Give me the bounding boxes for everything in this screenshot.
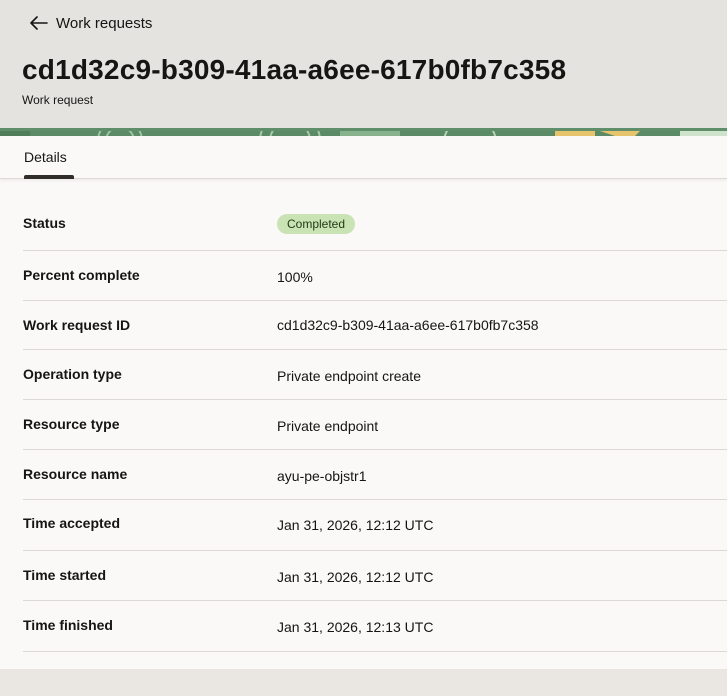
detail-label: Resource type [23,416,120,432]
detail-label: Resource name [23,466,128,482]
detail-value: Jan 31, 2026, 12:12 UTC [277,517,434,533]
status-badge: Completed [277,214,356,234]
detail-label: Time started [23,567,106,583]
detail-value: Private endpoint [277,418,379,434]
page-subtitle: Work request [22,93,94,107]
content-panel: Details Status Completed Percent complet… [0,136,727,669]
detail-row-time-accepted: Time accepted Jan 31, 2026, 12:12 UTC [23,500,727,551]
tab-details[interactable]: Details [24,136,67,178]
detail-row-operation-type: Operation type Private endpoint create [23,350,727,400]
tab-bar: Details [0,136,727,179]
detail-label: Work request ID [23,317,131,333]
detail-label: Percent complete [23,267,140,283]
detail-row-status: Status Completed [23,200,727,251]
arrow-left-icon [30,16,48,30]
details-list: Status Completed Percent complete 100% W… [0,200,727,652]
detail-row-work-request-id: Work request ID cd1d32c9-b309-41aa-a6ee-… [23,301,727,350]
detail-row-time-finished: Time finished Jan 31, 2026, 12:13 UTC [23,601,727,652]
active-tab-indicator [24,175,74,179]
detail-label: Operation type [23,366,122,382]
detail-value: cd1d32c9-b309-41aa-a6ee-617b0fb7c358 [277,317,539,333]
page-title: cd1d32c9-b309-41aa-a6ee-617b0fb7c358 [22,54,567,85]
detail-row-time-started: Time started Jan 31, 2026, 12:12 UTC [23,551,727,601]
footer-background [0,669,727,696]
detail-row-percent-complete: Percent complete 100% [23,251,727,301]
detail-row-resource-name: Resource name ayu-pe-objstr1 [23,450,727,500]
page-header: Work requests cd1d32c9-b309-41aa-a6ee-61… [0,0,727,128]
detail-row-resource-type: Resource type Private endpoint [23,400,727,450]
detail-value: Jan 31, 2026, 12:13 UTC [277,619,434,635]
back-link-label: Work requests [56,14,153,32]
tab-details-label: Details [24,149,67,165]
detail-value: Jan 31, 2026, 12:12 UTC [277,569,434,585]
back-to-work-requests-link[interactable]: Work requests [30,12,152,34]
detail-value: ayu-pe-objstr1 [277,468,367,484]
detail-value: Private endpoint create [277,368,421,384]
detail-label: Time accepted [23,515,121,531]
detail-value: 100% [277,269,313,285]
detail-label: Time finished [23,617,113,633]
detail-label: Status [23,215,66,231]
